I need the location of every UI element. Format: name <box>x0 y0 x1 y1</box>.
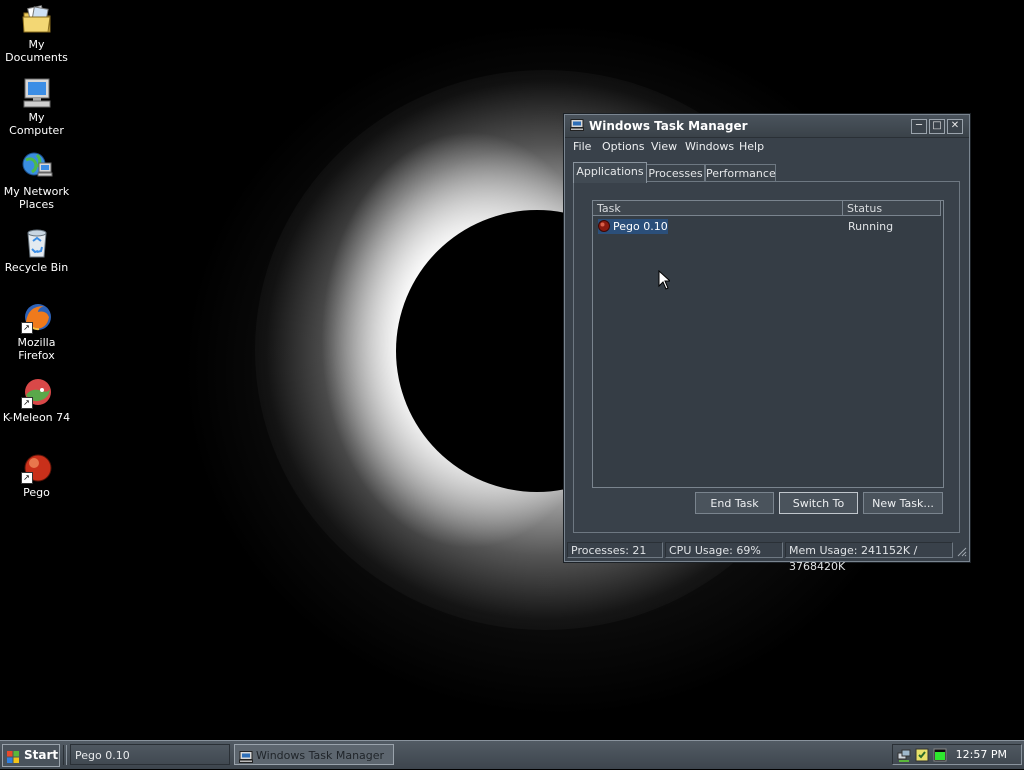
menu-bar: File Options View Windows Help <box>565 138 969 156</box>
windows-logo-icon <box>7 749 19 763</box>
title-bar[interactable]: Windows Task Manager ─ □ ✕ <box>565 115 969 138</box>
status-cpu-usage: CPU Usage: 69% <box>665 542 783 558</box>
desktop-icon-label: My Computer <box>9 111 64 137</box>
column-header-task[interactable]: Task <box>593 201 843 216</box>
start-button[interactable]: Start <box>2 744 60 767</box>
clock[interactable]: 12:57 PM <box>956 748 1007 761</box>
recycle-bin-icon <box>21 227 53 259</box>
end-task-button[interactable]: End Task <box>695 492 774 514</box>
task-name: Pego 0.10 <box>613 220 668 233</box>
computer-icon <box>21 77 53 109</box>
desktop-icon-k-meleon[interactable]: ↗ K-Meleon 74 <box>0 377 73 424</box>
pego-task-icon <box>598 220 610 232</box>
minimize-button[interactable]: ─ <box>911 119 927 134</box>
shortcut-arrow-icon: ↗ <box>20 322 33 334</box>
cpu-meter-tray-icon[interactable] <box>933 748 947 762</box>
task-list[interactable]: Task Status Pego 0.10 Running <box>592 200 944 488</box>
network-places-icon <box>21 151 53 183</box>
desktop-icon-label: Recycle Bin <box>4 261 69 274</box>
tab-performance[interactable]: Performance <box>705 164 776 182</box>
maximize-icon: □ <box>932 120 942 131</box>
new-task-button[interactable]: New Task... <box>863 492 943 514</box>
desktop-icon-mozilla-firefox[interactable]: ↗ Mozilla Firefox <box>0 302 73 362</box>
menu-windows[interactable]: Windows <box>685 140 734 153</box>
maximize-button[interactable]: □ <box>929 119 945 134</box>
task-manager-app-icon <box>570 119 584 131</box>
taskbar-item-pego[interactable]: Pego 0.10 <box>70 744 230 765</box>
security-tray-icon[interactable] <box>915 748 929 762</box>
tab-processes[interactable]: Processes <box>646 164 705 182</box>
desktop-icon-label: K-Meleon 74 <box>2 411 71 424</box>
firefox-icon: ↗ <box>20 302 53 334</box>
menu-options[interactable]: Options <box>602 140 644 153</box>
status-bar: Processes: 21 CPU Usage: 69% Mem Usage: … <box>565 540 969 573</box>
start-label: Start <box>24 748 59 762</box>
k-meleon-icon: ↗ <box>20 377 53 409</box>
menu-view[interactable]: View <box>651 140 677 153</box>
status-mem-usage: Mem Usage: 241152K / 3768420K <box>785 542 953 573</box>
taskbar-item-task-manager[interactable]: Windows Task Manager <box>234 744 394 765</box>
desktop-icon-label: Pego <box>23 486 50 499</box>
folder-documents-icon <box>21 4 53 36</box>
taskbar-item-label: Windows Task Manager <box>256 749 385 762</box>
desktop-icon-label-line2: Places <box>19 198 54 211</box>
window-title: Windows Task Manager <box>589 119 748 133</box>
task-manager-window: Windows Task Manager ─ □ ✕ File Options … <box>564 114 970 573</box>
minimize-icon: ─ <box>915 120 923 131</box>
resize-grip-icon[interactable] <box>955 545 967 557</box>
menu-help[interactable]: Help <box>739 140 764 153</box>
shortcut-arrow-icon: ↗ <box>20 397 33 409</box>
system-tray: 12:57 PM <box>892 744 1022 765</box>
close-icon: ✕ <box>950 120 960 131</box>
status-processes: Processes: 21 <box>567 542 663 558</box>
task-status: Running <box>848 220 894 233</box>
desktop-icon-pego[interactable]: ↗ Pego <box>0 452 73 499</box>
menu-file[interactable]: File <box>573 140 591 153</box>
mouse-cursor-icon <box>658 269 672 290</box>
taskbar-separator <box>63 745 67 765</box>
task-manager-app-icon <box>239 749 253 763</box>
switch-to-button[interactable]: Switch To <box>779 492 858 514</box>
desktop-icon-recycle-bin[interactable]: Recycle Bin <box>0 227 73 274</box>
taskbar: Start Pego 0.10 Windows Task Manager 12:… <box>0 740 1024 769</box>
desktop-icon-label-line1: My Network <box>3 185 70 198</box>
tab-applications[interactable]: Applications <box>573 162 647 183</box>
desktop-icon-my-network-places[interactable]: My Network Places <box>0 151 73 211</box>
pego-icon: ↗ <box>20 452 53 484</box>
network-tray-icon[interactable] <box>897 748 911 762</box>
shortcut-arrow-icon: ↗ <box>20 472 33 484</box>
desktop-icon-label: Mozilla Firefox <box>17 336 56 362</box>
close-button[interactable]: ✕ <box>947 119 963 134</box>
desktop-icon-my-documents[interactable]: My Documents <box>0 4 73 64</box>
table-row[interactable]: Pego 0.10 Running <box>595 219 935 234</box>
desktop-icon-label: My Documents <box>5 38 68 64</box>
desktop-icon-my-computer[interactable]: My Computer <box>0 77 73 137</box>
column-header-status[interactable]: Status <box>843 201 941 216</box>
applications-panel: Task Status Pego 0.10 Running <box>573 181 960 533</box>
